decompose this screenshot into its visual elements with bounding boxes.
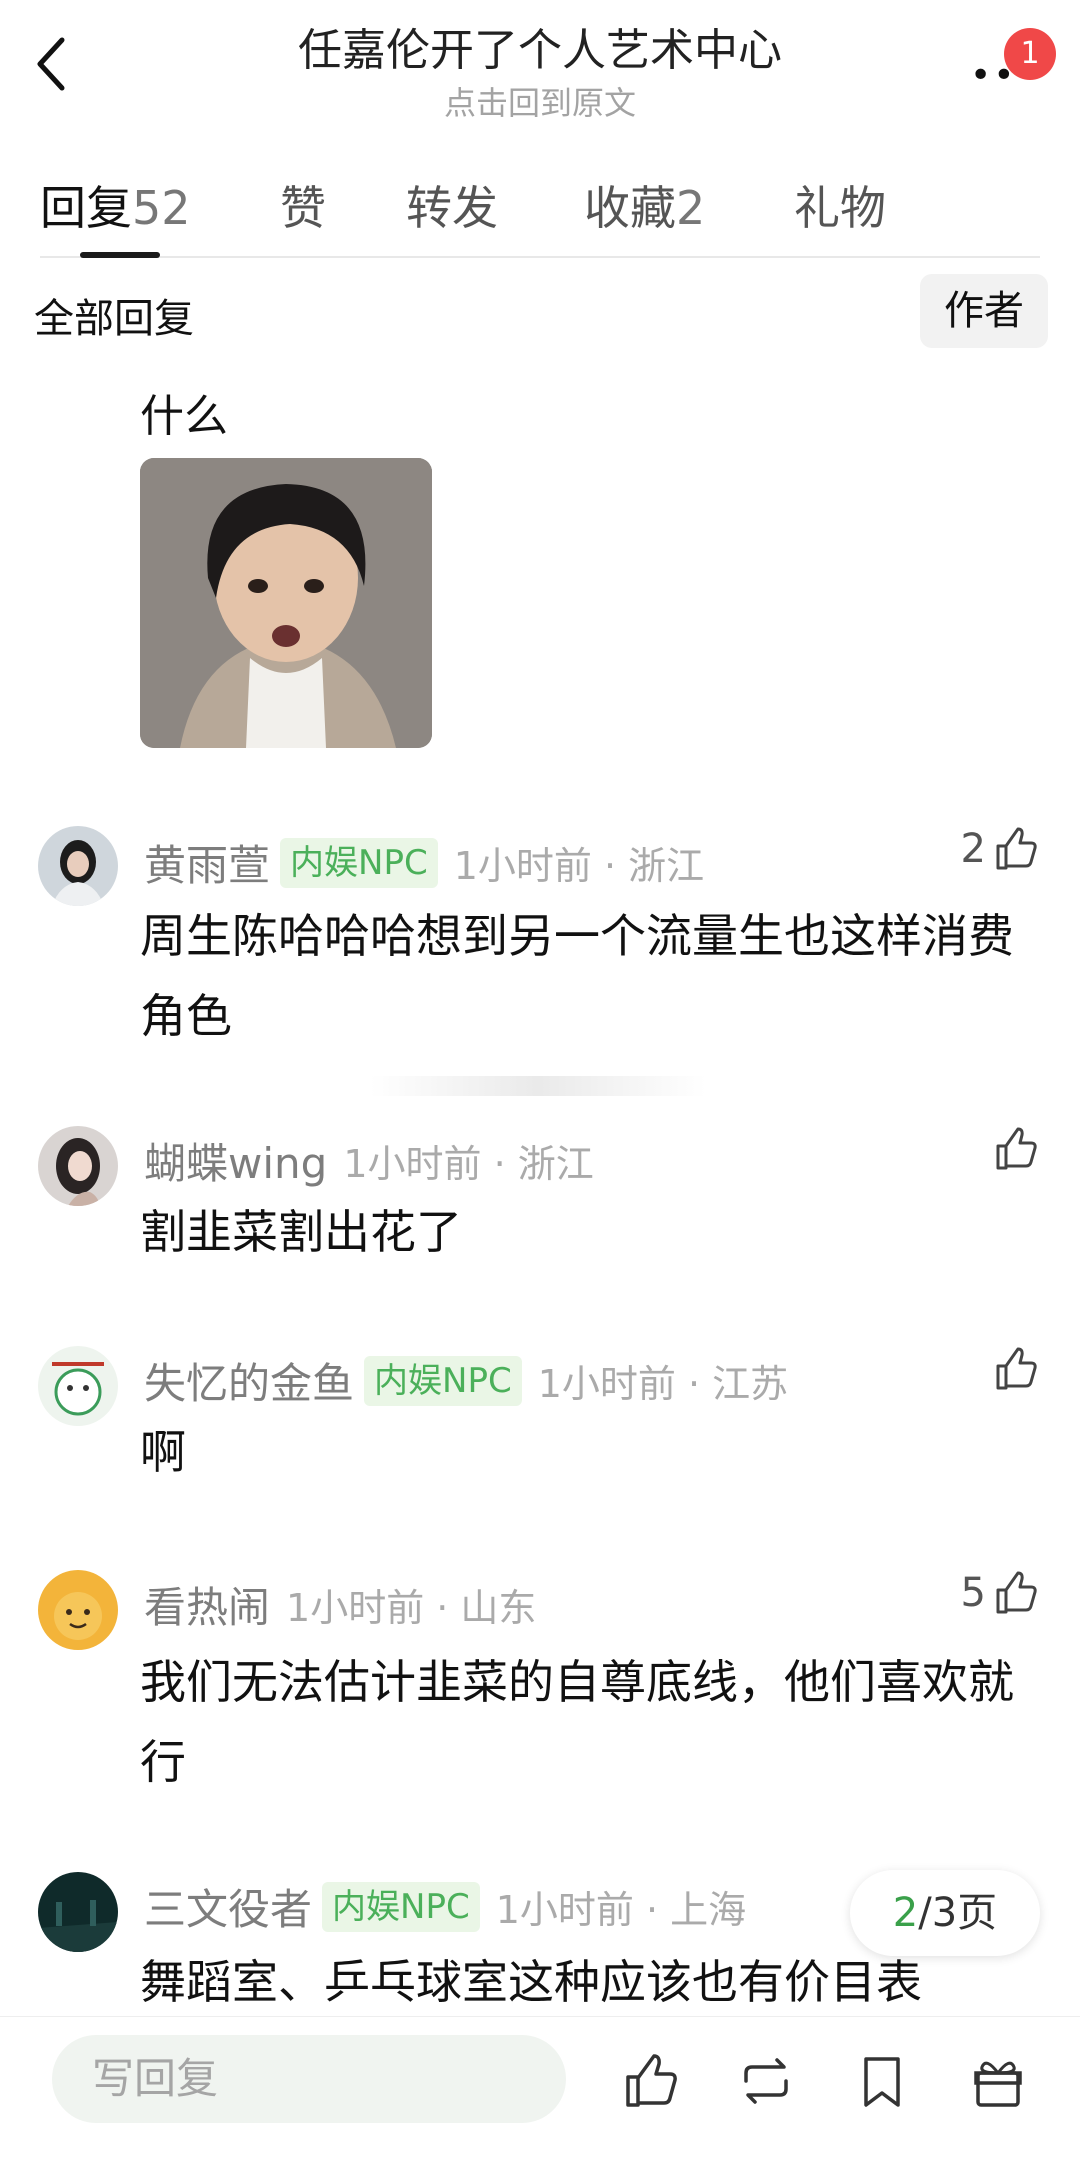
active-tab-indicator xyxy=(80,252,160,258)
avatar[interactable] xyxy=(38,826,118,906)
username[interactable]: 看热闹 xyxy=(144,1574,270,1635)
tab-label: 礼物 xyxy=(794,181,886,235)
thumbs-up-icon xyxy=(996,1347,1037,1390)
username[interactable]: 三文役者 xyxy=(144,1876,312,1937)
comment-text: 啊 xyxy=(140,1425,186,1479)
page-title[interactable]: 任嘉伦开了个人艺术中心 xyxy=(0,14,1080,78)
timestamp-location: 1小时前 · 浙江 xyxy=(453,844,705,888)
comment-meta: 蝴蝶wing 1小时前 · 浙江 xyxy=(144,1130,594,1191)
repost-button[interactable] xyxy=(736,2051,796,2111)
avatar[interactable] xyxy=(38,1346,118,1426)
user-avatar-image xyxy=(38,1126,118,1206)
tab-likes[interactable]: 赞 xyxy=(280,172,326,238)
comment-meta: 失忆的金鱼 内娱NPC 1小时前 · 江苏 xyxy=(144,1350,788,1411)
tab-count: 52 xyxy=(132,181,191,235)
reply-input[interactable]: 写回复 xyxy=(52,2035,566,2123)
tab-favorites[interactable]: 收藏2 xyxy=(584,172,705,238)
tab-label: 收藏 xyxy=(584,181,676,235)
user-tag: 内娱NPC xyxy=(322,1881,480,1932)
tab-label: 回复 xyxy=(40,181,132,235)
tab-label: 转发 xyxy=(406,181,498,235)
gift-button[interactable] xyxy=(968,2051,1028,2111)
comment-text: 周生陈哈哈哈想到另一个流量生也这样消费角色 xyxy=(140,909,1014,1043)
like-button[interactable]: 5 xyxy=(961,1570,1038,1616)
comment-meta: 黄雨萱 内娱NPC 1小时前 · 浙江 xyxy=(144,832,704,893)
like-count: 5 xyxy=(960,1570,986,1616)
comment-text: 我们无法估计韭菜的自尊底线，他们喜欢就行 xyxy=(140,1655,1014,1789)
username[interactable]: 黄雨萱 xyxy=(144,832,270,893)
timestamp-location: 1小时前 · 江苏 xyxy=(537,1362,789,1406)
like-button[interactable] xyxy=(992,1126,1038,1172)
user-avatar-image xyxy=(38,826,118,906)
like-count: 2 xyxy=(960,826,986,872)
username[interactable]: 蝴蝶wing xyxy=(144,1130,327,1191)
top-bar: 任嘉伦开了个人艺术中心 点击回到原文 •• 1 xyxy=(0,0,1080,150)
user-tag: 内娱NPC xyxy=(280,837,438,888)
user-avatar-image xyxy=(38,1570,118,1650)
favorite-button[interactable] xyxy=(852,2051,912,2111)
tab-gifts[interactable]: 礼物 xyxy=(794,172,886,238)
user-tag: 内娱NPC xyxy=(364,1355,522,1406)
bookmark-icon xyxy=(864,2057,900,2107)
gift-icon xyxy=(974,2061,1022,2107)
page-indicator[interactable]: 2/3页 xyxy=(850,1870,1040,1956)
thumbs-up-icon xyxy=(996,1571,1037,1614)
timestamp-location: 1小时前 · 山东 xyxy=(286,1586,537,1630)
quoted-comment-text: 什么 xyxy=(140,391,228,442)
like-button[interactable] xyxy=(992,1346,1038,1392)
tab-bar: 回复52 赞 转发 收藏2 礼物 xyxy=(40,172,1040,258)
user-avatar-image xyxy=(38,1346,118,1426)
notification-badge: 1 xyxy=(1004,28,1056,80)
tab-count: 2 xyxy=(676,181,706,235)
divider xyxy=(370,1076,706,1096)
like-post-button[interactable] xyxy=(620,2051,680,2111)
bottom-action-bar: 写回复 xyxy=(0,2016,1080,2175)
total-pages: /3页 xyxy=(918,1890,998,1936)
timestamp-location: 1小时前 · 浙江 xyxy=(343,1142,594,1186)
tab-reposts[interactable]: 转发 xyxy=(406,172,498,238)
thumbs-up-icon xyxy=(996,827,1037,870)
tab-replies[interactable]: 回复52 xyxy=(40,172,191,238)
comment-text: 割韭菜割出花了 xyxy=(140,1205,462,1259)
thumbs-up-icon xyxy=(626,2054,677,2107)
author-filter-button[interactable]: 作者 xyxy=(920,274,1048,348)
more-options-button[interactable]: •• 1 xyxy=(962,28,1056,98)
tab-label: 赞 xyxy=(280,181,326,235)
surprised-face-image xyxy=(140,458,432,748)
username[interactable]: 失忆的金鱼 xyxy=(144,1350,354,1411)
repost-icon xyxy=(744,2058,788,2104)
comment-meta: 三文役者 内娱NPC 1小时前 · 上海 xyxy=(144,1876,746,1937)
current-page: 2 xyxy=(892,1890,919,1936)
avatar[interactable] xyxy=(38,1872,118,1952)
like-button[interactable]: 2 xyxy=(961,826,1038,872)
thumbs-up-icon xyxy=(996,1127,1037,1170)
user-avatar-image xyxy=(38,1872,118,1952)
comment-meta: 看热闹 1小时前 · 山东 xyxy=(144,1574,536,1635)
avatar[interactable] xyxy=(38,1570,118,1650)
back-to-post-link[interactable]: 点击回到原文 xyxy=(0,78,1080,124)
sticker-image[interactable] xyxy=(140,458,432,748)
timestamp-location: 1小时前 · 上海 xyxy=(495,1888,747,1932)
avatar[interactable] xyxy=(38,1126,118,1206)
all-replies-label: 全部回复 xyxy=(34,296,194,342)
